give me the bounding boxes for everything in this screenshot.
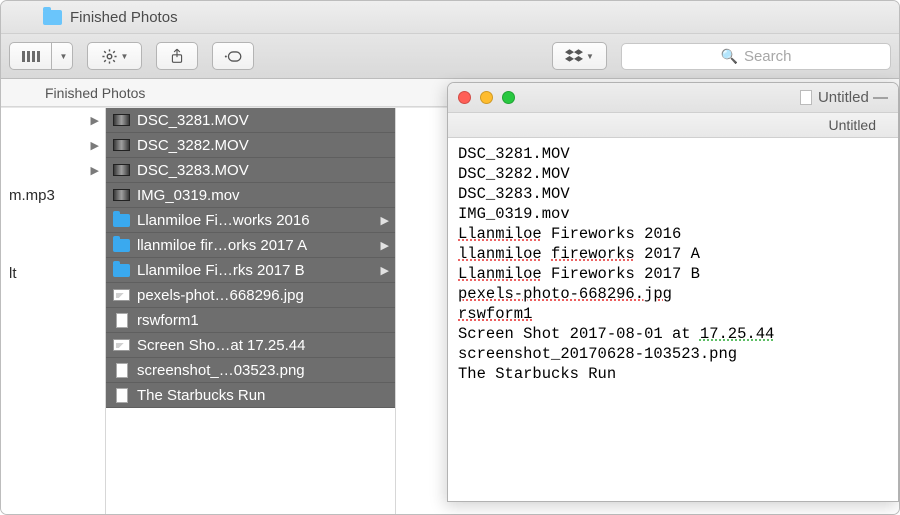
movie-icon xyxy=(113,138,130,152)
chevron-right-icon: ▶ xyxy=(91,139,99,152)
file-row[interactable]: IMG_0319.mov xyxy=(106,183,395,208)
text-line: IMG_0319.mov xyxy=(458,204,888,224)
columns-view-button[interactable] xyxy=(9,42,51,70)
search-input[interactable]: 🔍 Search xyxy=(621,43,891,70)
tags-button[interactable] xyxy=(212,42,254,70)
file-row[interactable]: The Starbucks Run xyxy=(106,383,395,408)
dropbox-menu-button[interactable]: ▼ xyxy=(552,42,607,70)
file-row[interactable]: DSC_3283.MOV xyxy=(106,158,395,183)
minimize-button[interactable] xyxy=(480,91,493,104)
file-column[interactable]: DSC_3281.MOV DSC_3282.MOV DSC_3283.MOV IMG_… xyxy=(106,108,396,514)
text-line: llanmiloe fireworks 2017 A xyxy=(458,244,888,264)
parent-row[interactable]: lt xyxy=(1,261,105,286)
file-row[interactable]: llanmiloe fir…orks 2017 A ▶ xyxy=(106,233,395,258)
chevron-right-icon: ▶ xyxy=(381,239,389,252)
image-icon xyxy=(113,338,130,352)
text-line: DSC_3283.MOV xyxy=(458,184,888,204)
action-menu-button[interactable]: ▼ xyxy=(87,42,142,70)
textedit-tabbar[interactable]: Untitled xyxy=(448,113,898,138)
folder-icon xyxy=(113,263,130,277)
row-label: lt xyxy=(9,265,17,282)
dropbox-icon xyxy=(565,48,583,64)
text-line: pexels-photo-668296.jpg xyxy=(458,284,888,304)
search-icon: 🔍 xyxy=(721,48,738,65)
file-row[interactable]: Llanmiloe Fi…rks 2017 B ▶ xyxy=(106,258,395,283)
folder-icon xyxy=(113,213,130,227)
finder-titlebar[interactable]: Finished Photos xyxy=(1,1,899,34)
file-name: rswform1 xyxy=(137,312,199,329)
finder-toolbar: ▼ ▼ xyxy=(1,34,899,79)
share-icon xyxy=(170,48,184,64)
folder-icon xyxy=(113,238,130,252)
tags-icon xyxy=(223,50,243,63)
chevron-down-icon: ▼ xyxy=(121,52,129,61)
file-row[interactable]: DSC_3281.MOV xyxy=(106,108,395,133)
file-name: DSC_3281.MOV xyxy=(137,112,249,129)
file-name: Llanmiloe Fi…rks 2017 B xyxy=(137,262,305,279)
textedit-titlebar[interactable]: Untitled — xyxy=(448,83,898,113)
window-title: Finished Photos xyxy=(70,9,178,26)
path-label: Finished Photos xyxy=(45,85,145,101)
search-placeholder: Search xyxy=(744,48,792,65)
close-button[interactable] xyxy=(458,91,471,104)
chevron-right-icon: ▶ xyxy=(91,164,99,177)
file-name: DSC_3282.MOV xyxy=(137,137,249,154)
file-row[interactable]: DSC_3282.MOV xyxy=(106,133,395,158)
document-icon xyxy=(800,90,812,105)
file-name: pexels-phot…668296.jpg xyxy=(137,287,304,304)
textedit-body[interactable]: DSC_3281.MOVDSC_3282.MOVDSC_3283.MOVIMG_… xyxy=(448,138,898,390)
chevron-down-icon: ▼ xyxy=(586,52,594,61)
share-button[interactable] xyxy=(156,42,198,70)
row-label: m.mp3 xyxy=(9,187,55,204)
file-name: Screen Sho…at 17.25.44 xyxy=(137,337,305,354)
document-icon xyxy=(113,363,130,377)
file-row[interactable]: Screen Sho…at 17.25.44 xyxy=(106,333,395,358)
file-name: llanmiloe fir…orks 2017 A xyxy=(137,237,307,254)
file-name: IMG_0319.mov xyxy=(137,187,240,204)
columns-view-icon xyxy=(22,51,40,62)
image-icon xyxy=(113,288,130,302)
parent-row[interactable]: ▶ xyxy=(1,133,105,158)
gear-icon xyxy=(101,48,118,65)
fullscreen-button[interactable] xyxy=(502,91,515,104)
text-line: DSC_3281.MOV xyxy=(458,144,888,164)
chevron-right-icon: ▶ xyxy=(381,264,389,277)
parent-column[interactable]: ▶ ▶ ▶ m.mp3 lt xyxy=(1,108,106,514)
text-line: rswform1 xyxy=(458,304,888,324)
file-row[interactable]: pexels-phot…668296.jpg xyxy=(106,283,395,308)
parent-row[interactable]: m.mp3 xyxy=(1,183,105,208)
text-line: Screen Shot 2017-08-01 at 17.25.44 xyxy=(458,324,888,344)
view-mode-group: ▼ xyxy=(9,42,73,70)
file-row[interactable]: screenshot_…03523.png xyxy=(106,358,395,383)
text-line: Llanmiloe Fireworks 2016 xyxy=(458,224,888,244)
document-icon xyxy=(113,313,130,327)
chevron-right-icon: ▶ xyxy=(381,214,389,227)
parent-row[interactable]: ▶ xyxy=(1,108,105,133)
text-line: The Starbucks Run xyxy=(458,364,888,384)
folder-icon xyxy=(43,10,62,25)
chevron-right-icon: ▶ xyxy=(91,114,99,127)
parent-row[interactable]: ▶ xyxy=(1,158,105,183)
text-line: screenshot_20170628-103523.png xyxy=(458,344,888,364)
view-mode-dropdown[interactable]: ▼ xyxy=(51,42,73,70)
tab-label: Untitled xyxy=(829,117,876,133)
chevron-down-icon: ▼ xyxy=(60,52,68,61)
movie-icon xyxy=(113,113,130,127)
file-name: DSC_3283.MOV xyxy=(137,162,249,179)
movie-icon xyxy=(113,188,130,202)
file-row[interactable]: rswform1 xyxy=(106,308,395,333)
textedit-window: Untitled — Untitled DSC_3281.MOVDSC_3282… xyxy=(447,82,899,502)
text-line: Llanmiloe Fireworks 2017 B xyxy=(458,264,888,284)
document-icon xyxy=(113,388,130,402)
textedit-title: Untitled — xyxy=(818,89,888,106)
file-row[interactable]: Llanmiloe Fi…works 2016 ▶ xyxy=(106,208,395,233)
file-name: Llanmiloe Fi…works 2016 xyxy=(137,212,310,229)
parent-row[interactable] xyxy=(1,222,105,247)
file-name: screenshot_…03523.png xyxy=(137,362,305,379)
file-name: The Starbucks Run xyxy=(137,387,265,404)
text-line: DSC_3282.MOV xyxy=(458,164,888,184)
window-controls xyxy=(458,91,515,104)
movie-icon xyxy=(113,163,130,177)
